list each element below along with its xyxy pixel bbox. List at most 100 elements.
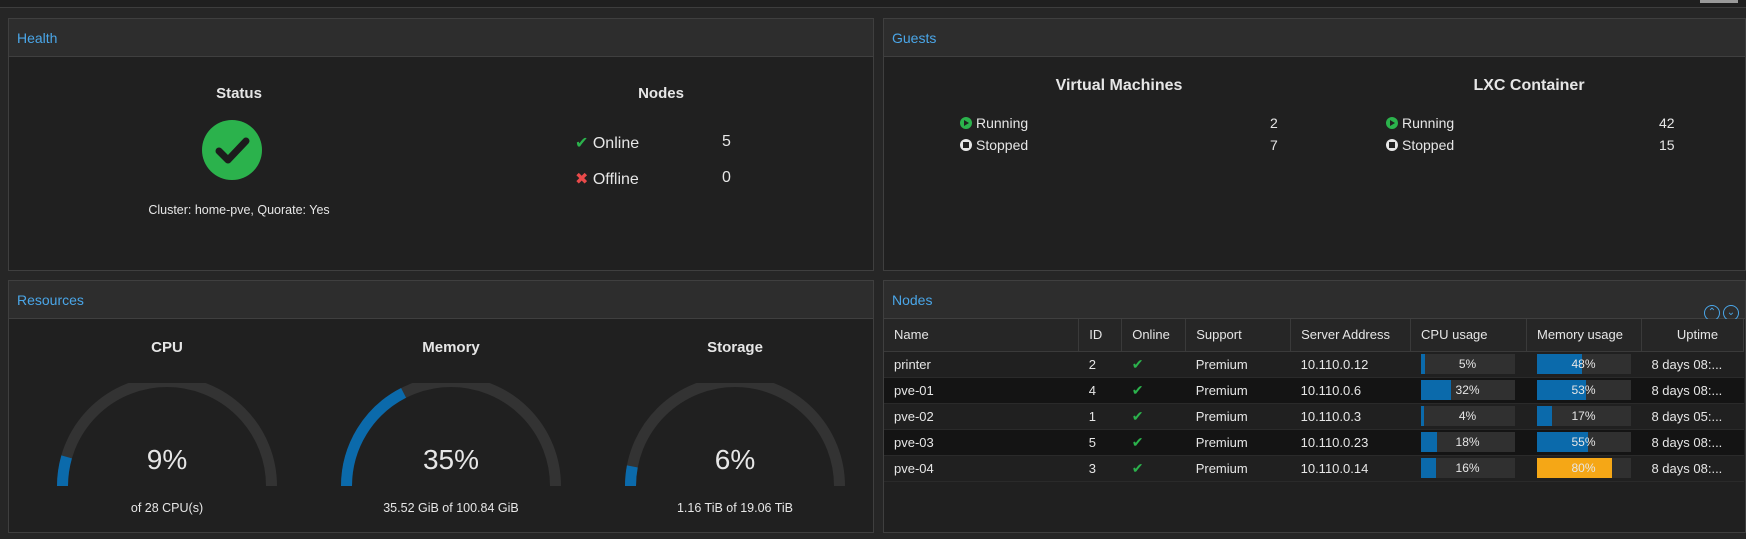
health-panel: Health Status Cluster: home-pve, Quorate… [8, 18, 874, 271]
online-label: Online [592, 135, 640, 152]
cluster-info: Cluster: home-pve, Quorate: Yes [148, 203, 330, 217]
node-id: 5 [1078, 429, 1122, 456]
cpu-gauge-percent: 9% [146, 444, 188, 475]
cpu-usage-bar: 32% [1420, 380, 1515, 400]
node-address: 10.110.0.12 [1290, 351, 1411, 378]
stopped-icon [960, 139, 972, 151]
node-address: 10.110.0.14 [1290, 455, 1411, 482]
cpu-gauge-label: CPU [151, 339, 183, 356]
vm-heading: Virtual Machines [1055, 77, 1183, 94]
memory-usage-bar: 80% [1536, 458, 1631, 478]
node-address: 10.110.0.23 [1290, 429, 1411, 456]
health-panel-body: Status Cluster: home-pve, Quorate: Yes N… [9, 57, 873, 270]
online-check-icon: ✔ [1121, 351, 1186, 378]
vm-stopped-label: Stopped [976, 137, 1029, 153]
node-name: pve-03 [884, 429, 1079, 456]
resources-panel-body: CPU 9% of 28 CPU(s) Memory 35% 35.52 GiB… [9, 319, 873, 532]
cpu-usage-text: 16% [1455, 461, 1480, 475]
node-address: 10.110.0.3 [1290, 403, 1411, 430]
table-row[interactable]: pve-04 3 ✔ Premium 10.110.0.14 16% 80% 8… [884, 455, 1744, 482]
lxc-running: Running [1386, 115, 1454, 131]
node-support: Premium [1185, 351, 1291, 378]
cpu-usage-cell: 16% [1410, 455, 1527, 482]
nodes-table-area: Name ID Online Support Server Address CP… [884, 319, 1745, 532]
column-header-id[interactable]: ID [1078, 319, 1123, 352]
node-support: Premium [1185, 403, 1291, 430]
storage-gauge [625, 383, 845, 487]
column-header-server-address[interactable]: Server Address [1290, 319, 1412, 352]
column-header-uptime[interactable]: Uptime [1641, 319, 1745, 352]
vm-running: Running [960, 115, 1028, 131]
cpu-usage-bar: 4% [1420, 406, 1515, 426]
lxc-stopped-label: Stopped [1402, 137, 1455, 153]
table-row[interactable]: pve-01 4 ✔ Premium 10.110.0.6 32% 53% 8 … [884, 377, 1744, 404]
offline-count: 0 [722, 169, 731, 186]
stopped-icon [1386, 139, 1398, 151]
memory-usage-text: 17% [1571, 409, 1596, 423]
memory-gauge-sub: 35.52 GiB of 100.84 GiB [383, 501, 519, 515]
table-row[interactable]: pve-03 5 ✔ Premium 10.110.0.23 18% 55% 8… [884, 429, 1744, 456]
status-ok-icon [202, 120, 262, 180]
node-uptime: 8 days 08:... [1641, 377, 1744, 404]
cpu-usage-cell: 5% [1410, 351, 1527, 378]
vm-stopped: Stopped [960, 137, 1028, 153]
storage-gauge-percent: 6% [714, 444, 756, 475]
table-row[interactable]: pve-02 1 ✔ Premium 10.110.0.3 4% 17% 8 d… [884, 403, 1744, 430]
node-id: 1 [1078, 403, 1122, 430]
running-icon [960, 117, 972, 129]
memory-usage-text: 55% [1571, 435, 1596, 449]
memory-usage-cell: 55% [1526, 429, 1642, 456]
node-uptime: 8 days 05:... [1641, 403, 1744, 430]
nodes-panel: Nodes ⌃ ⌄ Name ID Online Support Server A… [883, 280, 1746, 533]
column-header-support[interactable]: Support [1185, 319, 1292, 352]
nodes-panel-title: Nodes ⌃ ⌄ [884, 281, 1745, 321]
node-address: 10.110.0.6 [1290, 377, 1411, 404]
vm-stopped-count: 7 [1270, 137, 1278, 153]
toolbar-control[interactable] [1700, 0, 1738, 3]
table-row[interactable]: printer 2 ✔ Premium 10.110.0.12 5% 48% 8… [884, 351, 1744, 378]
status-heading: Status [216, 85, 262, 102]
vm-running-count: 2 [1270, 115, 1278, 131]
lxc-running-count: 42 [1659, 115, 1675, 131]
node-support: Premium [1185, 429, 1291, 456]
top-toolbar-edge [0, 0, 1746, 8]
gauge-fill [625, 465, 638, 487]
column-header-cpu-usage[interactable]: CPU usage [1410, 319, 1527, 352]
node-id: 4 [1078, 377, 1122, 404]
node-name: pve-01 [884, 377, 1079, 404]
cpu-usage-bar: 16% [1420, 458, 1515, 478]
column-header-memory-usage[interactable]: Memory usage [1526, 319, 1642, 352]
memory-usage-cell: 48% [1526, 351, 1642, 378]
memory-usage-bar: 17% [1536, 406, 1631, 426]
node-uptime: 8 days 08:... [1641, 351, 1744, 378]
memory-usage-text: 48% [1571, 357, 1596, 371]
nodes-offline: ✖ Offline [575, 169, 639, 189]
lxc-heading: LXC Container [1473, 77, 1585, 94]
cpu-usage-text: 4% [1458, 409, 1477, 423]
nodes-table: Name ID Online Support Server Address CP… [884, 319, 1745, 482]
node-support: Premium [1185, 377, 1291, 404]
node-name: pve-04 [884, 455, 1079, 482]
resources-panel-title: Resources [9, 281, 873, 319]
lxc-running-label: Running [1402, 115, 1455, 131]
node-name: printer [884, 351, 1079, 378]
online-check-icon: ✔ [1121, 429, 1186, 456]
node-name: pve-02 [884, 403, 1079, 430]
column-header-online[interactable]: Online [1121, 319, 1187, 352]
node-support: Premium [1185, 455, 1291, 482]
node-id: 3 [1078, 455, 1122, 482]
guests-panel-body: Virtual Machines Running 2 Stopped 7 LXC… [884, 57, 1745, 270]
memory-usage-bar: 48% [1536, 354, 1631, 374]
nodes-heading: Nodes [638, 85, 684, 102]
memory-usage-cell: 53% [1526, 377, 1642, 404]
memory-gauge-percent: 35% [422, 444, 480, 475]
memory-gauge-label: Memory [422, 339, 480, 356]
memory-usage-text: 80% [1571, 461, 1596, 475]
offline-label: Offline [592, 171, 639, 188]
online-check-icon: ✔ [1121, 403, 1186, 430]
guests-panel: Guests Virtual Machines Running 2 Stoppe… [883, 18, 1746, 271]
column-header-name[interactable]: Name [884, 319, 1080, 352]
node-uptime: 8 days 08:... [1641, 429, 1744, 456]
memory-usage-cell: 17% [1526, 403, 1642, 430]
table-header-row: Name ID Online Support Server Address CP… [884, 319, 1745, 352]
